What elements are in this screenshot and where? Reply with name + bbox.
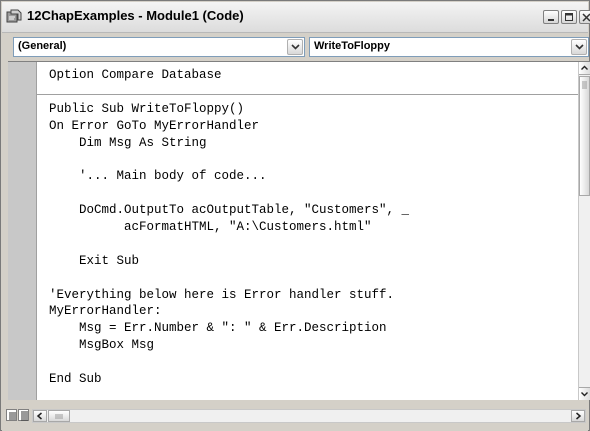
close-icon (582, 13, 590, 22)
margin-indicator-bar[interactable] (8, 62, 37, 400)
arrow-left-icon (36, 412, 42, 420)
code-line[interactable]: Dim Msg As String (49, 135, 579, 152)
arrow-down-icon (581, 392, 588, 397)
code-editor[interactable]: Option Compare Database Public Sub Write… (8, 61, 590, 400)
combo-bar: (General) WriteToFloppy (2, 33, 589, 61)
chevron-down-icon (291, 44, 300, 50)
procedure-view-icon (9, 412, 16, 420)
scroll-left-button[interactable] (33, 410, 47, 422)
maximize-icon (565, 13, 573, 21)
code-line[interactable]: Exit Sub (49, 253, 579, 270)
code-line[interactable] (49, 151, 579, 168)
bottom-bar (2, 400, 588, 431)
arrow-up-icon (581, 65, 588, 70)
title-bar[interactable]: 12ChapExamples - Module1 (Code) (2, 2, 590, 33)
full-module-view-icon (21, 411, 28, 421)
code-line[interactable]: MyErrorHandler: (49, 303, 579, 320)
scroll-up-button[interactable] (579, 62, 590, 75)
procedure-combo-value: WriteToFloppy (314, 40, 390, 52)
object-combo-value: (General) (18, 40, 67, 52)
arrow-right-icon (576, 412, 582, 420)
code-line[interactable]: End Sub (49, 371, 579, 388)
vertical-scroll-thumb[interactable] (579, 76, 590, 196)
vba-module-icon (6, 8, 23, 25)
code-line[interactable]: Msg = Err.Number & ": " & Err.Descriptio… (49, 320, 579, 337)
full-module-view-button[interactable] (18, 409, 29, 421)
object-combo-dropdown-button[interactable] (287, 39, 303, 55)
code-line[interactable]: On Error GoTo MyErrorHandler (49, 118, 579, 135)
scroll-down-button[interactable] (579, 387, 590, 400)
code-window: 12ChapExamples - Module1 (Code) (General… (0, 0, 590, 431)
minimize-button[interactable] (543, 10, 559, 24)
code-line[interactable] (49, 270, 579, 287)
code-line[interactable]: DoCmd.OutputTo acOutputTable, "Customers… (49, 202, 579, 219)
grip-icon (55, 414, 63, 419)
horizontal-scrollbar[interactable] (32, 409, 586, 423)
code-line[interactable] (49, 84, 579, 101)
code-line[interactable] (49, 354, 579, 371)
vertical-scrollbar[interactable] (578, 62, 590, 400)
code-line[interactable]: Option Compare Database (49, 67, 579, 84)
procedure-view-button[interactable] (6, 409, 17, 421)
object-combo[interactable]: (General) (13, 37, 305, 57)
code-line[interactable]: MsgBox Msg (49, 337, 579, 354)
code-line[interactable]: acFormatHTML, "A:\Customers.html" (49, 219, 579, 236)
code-line[interactable]: 'Everything below here is Error handler … (49, 287, 579, 304)
procedure-combo[interactable]: WriteToFloppy (309, 37, 589, 57)
procedure-combo-dropdown-button[interactable] (571, 39, 587, 55)
code-line[interactable] (49, 185, 579, 202)
horizontal-scroll-thumb[interactable] (48, 410, 70, 422)
chevron-down-icon (575, 44, 584, 50)
minimize-icon (548, 19, 554, 21)
close-button[interactable] (579, 10, 590, 24)
scroll-right-button[interactable] (571, 410, 585, 422)
maximize-button[interactable] (561, 10, 577, 24)
code-line[interactable]: '... Main body of code... (49, 168, 579, 185)
window-title: 12ChapExamples - Module1 (Code) (27, 8, 244, 23)
code-line[interactable] (49, 236, 579, 253)
grip-icon (582, 81, 587, 89)
code-text[interactable]: Option Compare Database Public Sub Write… (49, 67, 579, 397)
code-line[interactable]: Public Sub WriteToFloppy() (49, 101, 579, 118)
